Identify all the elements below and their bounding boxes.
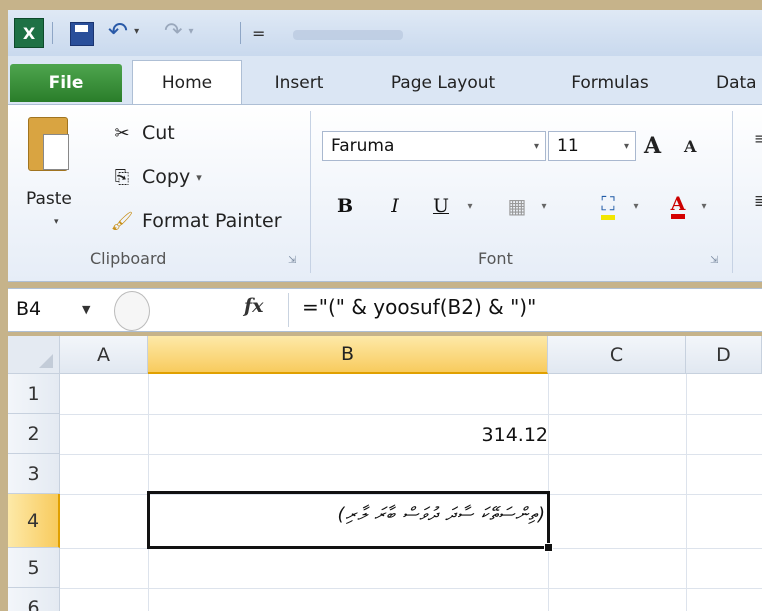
save-icon[interactable] (70, 22, 94, 46)
tab-file[interactable]: File (10, 64, 122, 102)
cell-b2[interactable]: 314.12 (154, 424, 548, 446)
italic-button[interactable]: I (380, 191, 410, 221)
column-header-d[interactable]: D (686, 336, 762, 374)
copy-label: Copy (142, 166, 191, 188)
row-header-4[interactable]: 4 (8, 494, 60, 548)
gridline (60, 414, 762, 415)
copy-dropdown-icon[interactable]: ▾ (196, 171, 202, 184)
paintbrush-icon: 🖌 (110, 210, 134, 232)
excel-window: X ↶ ▾ ↷ ▾ = File Home Insert Page Layout F… (0, 0, 762, 611)
clipboard-launcher-icon[interactable]: ⇲ (288, 255, 296, 266)
tab-page-layout[interactable]: Page Layout (380, 64, 506, 102)
clipboard-group-label: Clipboard (90, 249, 167, 268)
tab-insert[interactable]: Insert (264, 64, 334, 102)
font-color-button[interactable]: A (662, 191, 694, 221)
font-group-label: Font (478, 249, 513, 268)
align-top-icon[interactable]: ≡ (754, 129, 762, 148)
borders-icon[interactable]: ▦ (502, 191, 532, 221)
ribbon-tabs: File Home Insert Page Layout Formulas Da… (8, 56, 762, 106)
gridline (60, 454, 762, 455)
copy-button[interactable]: ⎘ Copy ▾ (108, 161, 202, 193)
bold-button[interactable]: B (330, 191, 360, 221)
separator (240, 22, 241, 44)
fill-color-dropdown-icon[interactable]: ▾ (628, 191, 644, 221)
font-color-dropdown-icon[interactable]: ▾ (696, 191, 712, 221)
column-header-c[interactable]: C (548, 336, 686, 374)
tab-formulas[interactable]: Formulas (560, 64, 660, 102)
insert-function-icon[interactable]: fx (244, 295, 264, 317)
cut-button[interactable]: ✂ Cut (108, 117, 175, 149)
formula-bar-splitter[interactable] (114, 291, 150, 331)
font-size-select[interactable]: 11 ▾ (548, 131, 636, 161)
formula-bar: B4 ▼ fx ="(" & yoosuf(B2) & ")" (8, 288, 762, 332)
customize-quick-access-icon[interactable]: = (252, 18, 265, 48)
cell-b4[interactable]: (ތިންސަތޭކަ ސާދަ ދުވަސް ބާރަ ލާރި) (154, 504, 546, 525)
scissors-icon: ✂ (114, 122, 130, 144)
underline-dropdown-icon[interactable]: ▾ (462, 191, 478, 221)
font-size-value: 11 (557, 136, 579, 156)
undo-icon[interactable]: ↶ ▾ (108, 16, 139, 46)
chevron-down-icon: ▾ (623, 140, 629, 152)
ribbon-home: Paste ▾ ✂ Cut ⎘ Copy ▾ 🖌 Format Painter … (8, 104, 762, 282)
row-header-2[interactable]: 2 (8, 414, 60, 454)
borders-dropdown-icon[interactable]: ▾ (536, 191, 552, 221)
fill-color-icon[interactable]: ⛶ (592, 191, 624, 221)
font-name-select[interactable]: Faruma ▾ (322, 131, 546, 161)
excel-app-icon[interactable]: X (14, 18, 44, 48)
worksheet-grid[interactable]: A B C D 1 2 3 4 5 6 314.12 (ތިންސަތޭކަ ސ… (8, 336, 762, 611)
tab-home[interactable]: Home (132, 60, 242, 105)
grow-font-button[interactable]: A (644, 133, 661, 159)
group-separator (732, 111, 733, 273)
formula-input[interactable]: ="(" & yoosuf(B2) & ")" (302, 295, 536, 319)
gridline (60, 588, 762, 589)
select-all-button[interactable] (8, 336, 60, 374)
shrink-font-button[interactable]: A (684, 137, 696, 156)
format-painter-button[interactable]: 🖌 Format Painter (108, 205, 282, 237)
gridline (686, 374, 687, 611)
separator (52, 22, 53, 44)
paste-button[interactable]: Paste (26, 189, 72, 209)
group-separator (310, 111, 311, 273)
cut-label: Cut (142, 122, 175, 144)
paste-icon[interactable] (28, 117, 69, 171)
column-header-b[interactable]: B (148, 336, 548, 374)
align-left-icon[interactable]: ≣ (754, 191, 762, 210)
row-header-1[interactable]: 1 (8, 374, 60, 414)
row-header-6[interactable]: 6 (8, 588, 60, 611)
name-box-dropdown-icon[interactable]: ▼ (82, 303, 90, 316)
format-painter-label: Format Painter (142, 210, 282, 232)
font-launcher-icon[interactable]: ⇲ (710, 255, 718, 266)
title-bar: X ↶ ▾ ↷ ▾ = (8, 10, 762, 56)
font-name-value: Faruma (331, 136, 395, 156)
tab-data[interactable]: Data (716, 64, 762, 102)
row-header-3[interactable]: 3 (8, 454, 60, 494)
paste-dropdown-icon[interactable]: ▾ (54, 217, 59, 227)
chevron-down-icon: ▾ (533, 140, 539, 152)
separator (288, 293, 289, 327)
column-header-a[interactable]: A (60, 336, 148, 374)
copy-icon: ⎘ (114, 166, 130, 188)
underline-button[interactable]: U (426, 191, 456, 221)
redo-icon[interactable]: ↷ ▾ (164, 16, 193, 46)
row-header-5[interactable]: 5 (8, 548, 60, 588)
window-title (293, 30, 403, 40)
